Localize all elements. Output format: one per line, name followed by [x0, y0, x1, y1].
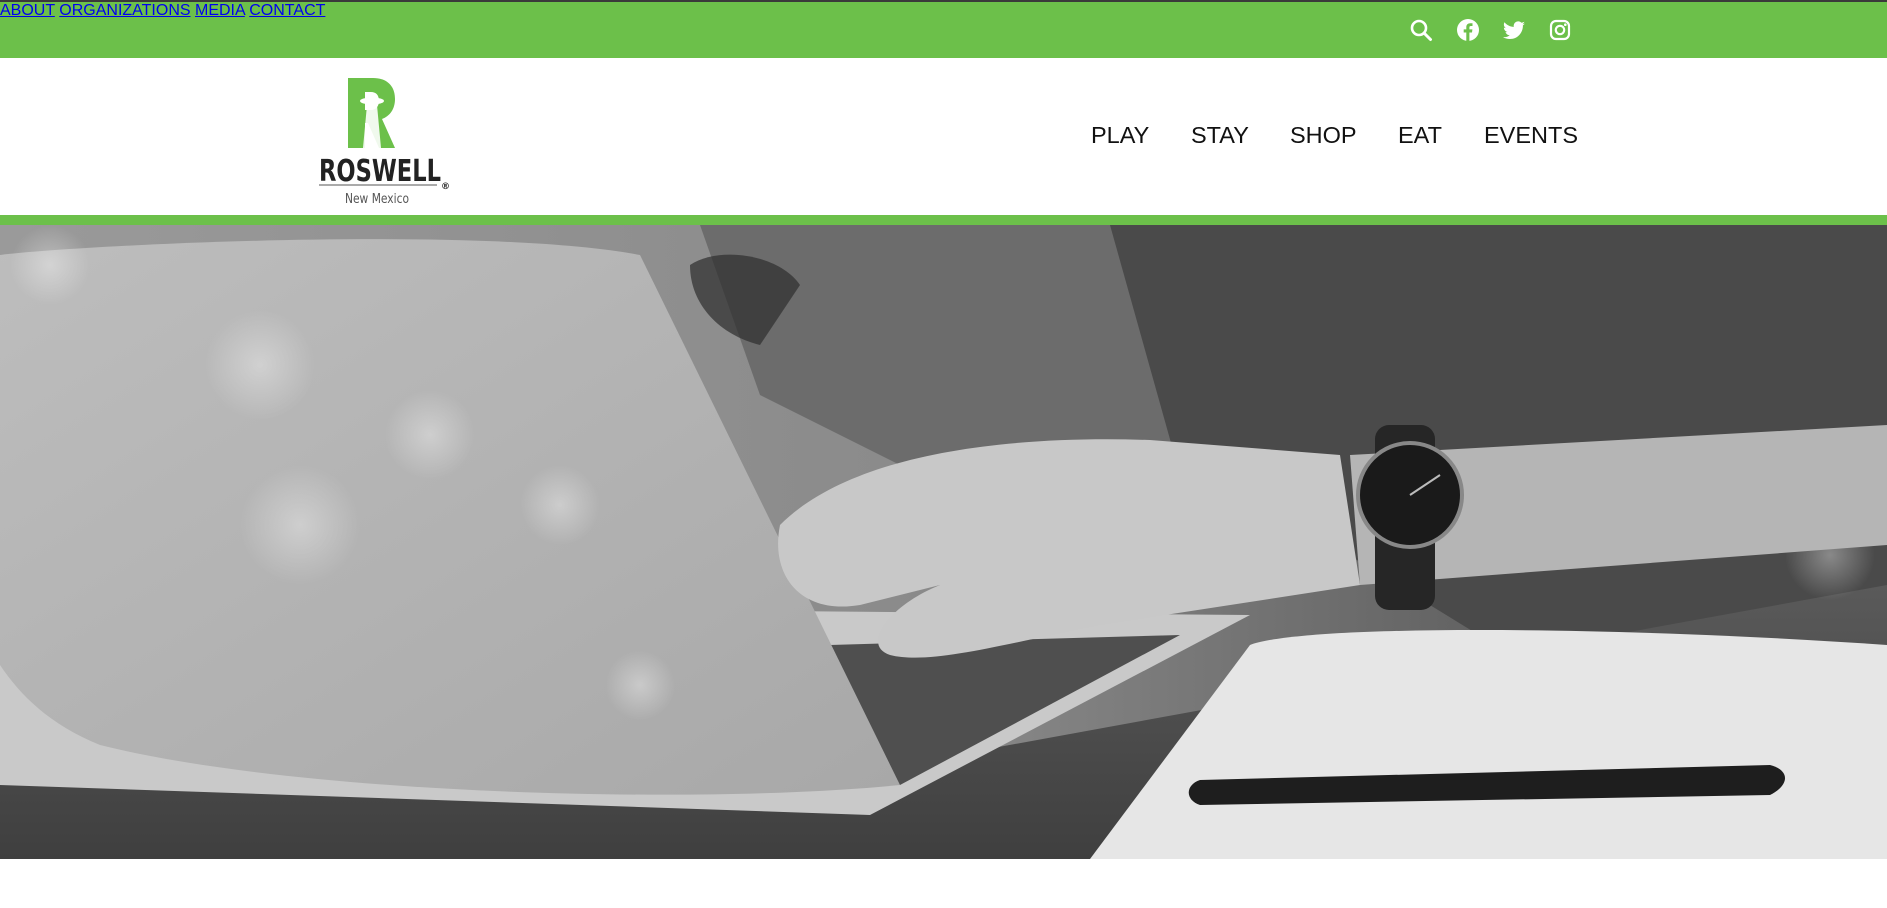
roswell-logo[interactable]: ROSWELL ® New Mexico: [315, 68, 455, 208]
nav-link-about[interactable]: ABOUT: [0, 2, 55, 19]
header-divider: [0, 215, 1887, 225]
search-icon[interactable]: [1409, 18, 1433, 42]
nav-link-media[interactable]: MEDIA: [195, 2, 245, 19]
logo-registered: ®: [441, 182, 450, 192]
nav-link-organizations[interactable]: ORGANIZATIONS: [59, 2, 190, 19]
main-nav-play[interactable]: PLAY: [1091, 122, 1149, 149]
logo-wordmark: ROSWELL: [319, 154, 441, 189]
site-header: ROSWELL ® New Mexico PLAY STAY SHOP EAT …: [0, 58, 1887, 215]
hero-image: [0, 225, 1887, 859]
utility-bar: ABOUT ORGANIZATIONS MEDIA CONTACT: [0, 2, 1887, 58]
nav-link-contact[interactable]: CONTACT: [249, 2, 325, 19]
logo-subtitle: New Mexico: [345, 192, 409, 207]
main-nav-shop[interactable]: SHOP: [1290, 122, 1357, 149]
main-nav-eat[interactable]: EAT: [1398, 122, 1442, 149]
twitter-icon[interactable]: [1502, 18, 1526, 42]
instagram-icon[interactable]: [1548, 18, 1572, 42]
main-nav-events[interactable]: EVENTS: [1484, 122, 1578, 149]
page-below-hero: [0, 859, 1887, 908]
main-nav-stay[interactable]: STAY: [1191, 122, 1249, 149]
facebook-icon[interactable]: [1456, 18, 1480, 42]
